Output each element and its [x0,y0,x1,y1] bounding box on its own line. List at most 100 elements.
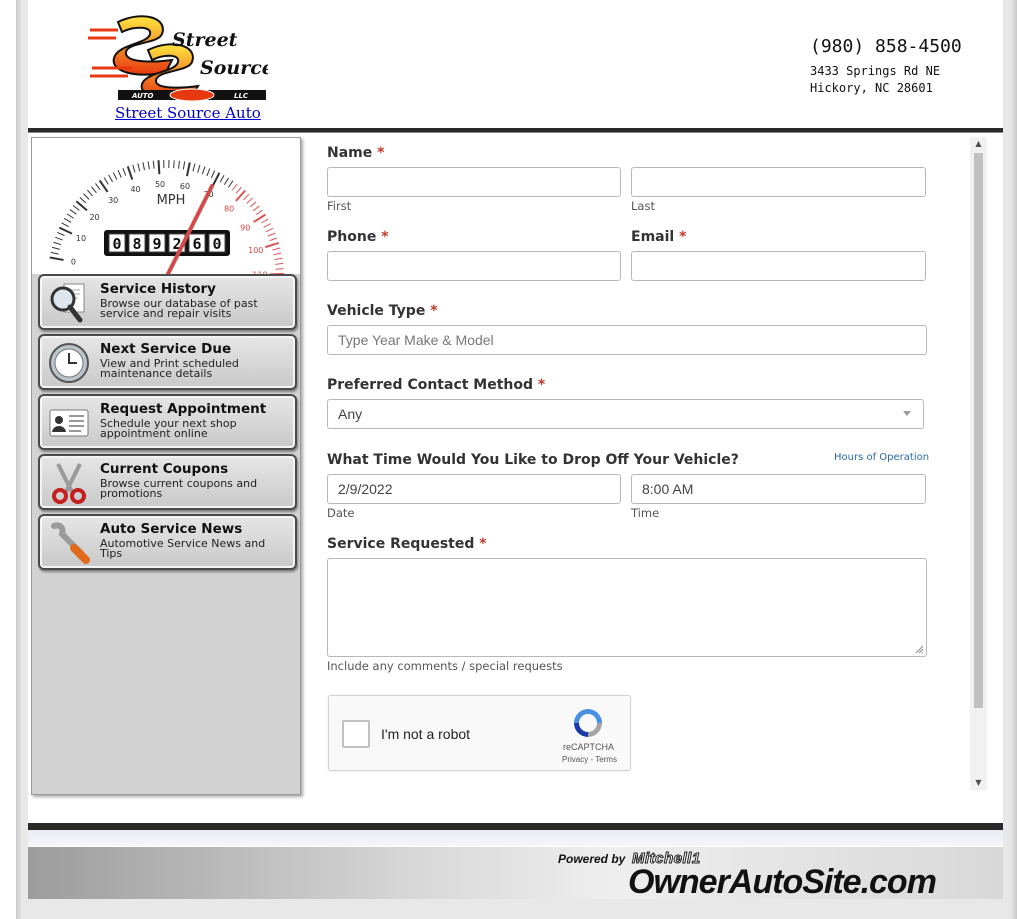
speedometer-icon: MPH 0102030405060708090100110 089260 [49,160,284,274]
gauge-tick [273,252,282,256]
last-name-input[interactable] [631,167,926,197]
gauge-tick [83,193,90,200]
gauge-tick [265,227,274,233]
gauge-tick [63,217,72,223]
resize-handle-icon[interactable] [915,645,924,654]
gauge-tick [72,204,80,211]
dropoff-time-input[interactable]: 8:00 AM [631,474,926,504]
ownerautosite-logo[interactable]: OwnerAutoSite.com [628,863,937,902]
gauge-tick-label: 90 [240,223,250,232]
logo-text-source: Source [200,57,268,79]
logo-text-auto: AUTO [131,92,154,100]
dropoff-time-label: What Time Would You Like to Drop Off You… [327,452,739,468]
sidebar-item-description: Browse current coupons and promotions [100,477,258,500]
shop-name-link[interactable]: Street Source Auto [115,104,261,122]
sidebar-item-title: Current Coupons [100,461,229,477]
sidebar-item-request-appointment[interactable]: Request Appointment Schedule your next sh… [38,394,297,450]
page: Street Source AUTO LLC Street Source Aut… [28,0,1003,919]
last-name-sublabel: Last [631,199,655,213]
sidebar-item-service-history[interactable]: Service History Browse our database of pa… [38,274,297,330]
scroll-down-icon[interactable]: ▼ [974,778,983,788]
gauge-tick [197,164,201,173]
contact-method-select[interactable]: Any [327,399,924,429]
vehicle-type-label: Vehicle Type * [327,303,438,319]
shop-phone[interactable]: (980) 858-4500 [810,36,962,57]
gauge-tick [192,163,196,172]
first-name-input[interactable] [327,167,621,197]
magnifier-document-icon [50,283,85,323]
sidebar-item-description: View and Print scheduled maintenance det… [100,357,239,380]
recaptcha-privacy-terms-links[interactable]: Privacy - Terms [562,755,617,764]
gauge-tick [275,268,284,270]
footer-band [28,830,1003,846]
date-sublabel: Date [327,506,355,520]
sidebar-item-next-service-due[interactable]: Next Service Due View and Print scheduled… [38,334,297,390]
form-scrollbar[interactable]: ▲ ▼ [970,137,987,790]
header-divider [28,128,1003,133]
gauge-tick [173,160,175,169]
logo-text-llc: LLC [234,92,249,100]
sidebar-item-title: Service History [100,281,216,297]
scrollbar-thumb[interactable] [974,153,983,708]
odometer-digit: 0 [212,235,221,253]
gauge-tick [263,223,271,228]
gauge-tick [53,241,62,246]
gauge-tick [223,177,229,185]
gauge-tick [108,174,113,183]
gauge-tick [137,163,141,172]
sidebar-item-title: Auto Service News [100,521,243,537]
service-requested-textarea[interactable] [327,558,927,657]
odometer-digit: 6 [192,235,201,253]
contact-method-value: Any [338,406,363,422]
gauge-tick [274,257,283,261]
scroll-up-icon[interactable]: ▲ [974,139,983,149]
gauge-tick [147,161,150,170]
gauge-tick [206,168,211,177]
email-input[interactable] [631,251,926,281]
footer-divider [28,823,1003,830]
hours-of-operation-link[interactable]: Hours of Operation [834,452,929,463]
gauge-tick [249,201,257,208]
recaptcha-checkbox[interactable] [342,720,370,748]
gauge-tick [152,160,155,169]
dropoff-date-input[interactable]: 2/9/2022 [327,474,621,504]
gauge-tick [178,160,180,169]
gauge-tick-label: 100 [248,246,263,255]
gauge-tick-label: 80 [224,204,234,213]
gauge-tick [261,218,269,224]
gauge-tick [157,160,161,175]
service-requested-sublabel: Include any comments / special requests [327,659,563,673]
header: Street Source AUTO LLC Street Source Aut… [28,0,1003,128]
sidebar-item-title: Next Service Due [100,341,232,357]
logo-text-street: Street [172,29,238,51]
gauge-tick [265,242,279,249]
gauge-tick [122,167,127,176]
gauge-tick [253,213,267,223]
vehicle-type-input[interactable]: Type Year Make & Model [327,325,927,355]
gauge-tick [227,180,234,188]
gauge-unit: MPH [157,193,186,208]
shop-logo[interactable]: Street Source AUTO LLC [88,12,274,102]
odometer-digit: 8 [132,235,141,253]
phone-input[interactable] [327,251,621,281]
gauge-tick [90,186,97,194]
sidebar-item-current-coupons[interactable]: Current Coupons Browse current coupons an… [38,454,297,510]
sidebar-item-auto-service-news[interactable]: Auto Service News Automotive Service News… [38,514,297,570]
sidebar-item-title: Request Appointment [100,401,267,417]
gauge-tick [49,256,64,261]
name-label: Name * [327,145,385,161]
gauge-tick [132,164,136,173]
wrench-icon [51,522,90,564]
recaptcha-brand: reCAPTCHA [563,742,615,752]
gauge-tick-label: 0 [71,258,76,267]
gauge-tick [55,236,63,241]
address-line-2: Hickory, NC 28601 [810,81,933,95]
gauge-tick [210,170,216,179]
gauge-tick [219,175,225,183]
gauge-tick [66,213,74,219]
phone-label: Phone * [327,229,389,245]
gauge-tick-label: 30 [108,196,118,205]
footer: Powered by Mitchell1 OwnerAutoSite.com [28,847,1003,902]
gauge-tick [267,232,276,237]
recaptcha-widget: I'm not a robot reCAPTCHA Privacy - Term… [328,695,631,771]
